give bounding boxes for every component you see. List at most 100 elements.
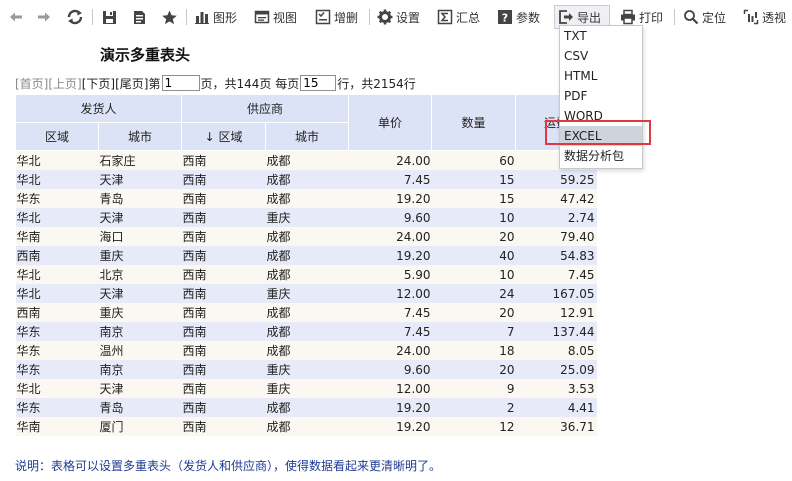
- table-row[interactable]: 华东 青岛 西南 成都 19.20 15 47.42: [15, 189, 597, 208]
- table-row[interactable]: 华北 天津 西南 重庆 12.00 24 167.05: [15, 284, 597, 303]
- forward-button[interactable]: [36, 5, 52, 29]
- table-row[interactable]: 华北 天津 西南 成都 7.45 15 59.25: [15, 170, 597, 189]
- header-supplier-city[interactable]: 城市: [265, 122, 350, 151]
- header-supplier-region-label: 区域: [218, 130, 243, 144]
- cell-supplier-region: 西南: [181, 398, 266, 417]
- cell-price: 24.00: [348, 227, 432, 246]
- save-icon: [103, 10, 116, 24]
- bar-chart-icon: [195, 12, 209, 24]
- table-body: 华北 石家庄 西南 成都 24.00 60 华北 天津 西南 成都 7.45 15 59.25 华东 青岛西…: [15, 150, 597, 436]
- cell-freight: 7.45: [515, 265, 597, 284]
- cell-supplier-city: 成都: [265, 398, 349, 417]
- table-row[interactable]: 西南 重庆 西南 成都 19.20 40 54.83: [15, 246, 597, 265]
- table-row[interactable]: 华北 石家庄 西南 成都 24.00 60: [15, 150, 597, 170]
- cell-supplier-region: 西南: [181, 189, 266, 208]
- export-button-label: 导出: [577, 10, 602, 25]
- edit-table-icon: [315, 9, 331, 25]
- table-row[interactable]: 华南 厦门 西南 成都 19.20 12 36.71: [15, 417, 597, 436]
- favorite-button[interactable]: [161, 5, 178, 29]
- cell-quantity: 18: [431, 341, 516, 360]
- cell-sender-city: 天津: [98, 170, 182, 189]
- cell-sender-city: 南京: [98, 322, 182, 341]
- table-row[interactable]: 西南 重庆 西南 成都 7.45 20 12.91: [15, 303, 597, 322]
- cell-supplier-city: 成都: [265, 227, 349, 246]
- params-button[interactable]: ? 参数: [497, 5, 540, 29]
- toolbar: 图形 视图 增删 设置 汇总 ? 参数 导出 打印 定位 透视: [0, 0, 792, 36]
- cell-freight: 54.83: [515, 246, 597, 265]
- table-row[interactable]: 华北 天津 西南 重庆 12.00 9 3.53: [15, 379, 597, 398]
- cell-sender-city: 海口: [98, 227, 182, 246]
- cell-freight: 167.05: [515, 284, 597, 303]
- header-quantity[interactable]: 数量: [431, 94, 517, 151]
- cell-quantity: 20: [431, 227, 516, 246]
- cell-price: 9.60: [348, 208, 432, 227]
- refresh-button[interactable]: [66, 5, 84, 29]
- arrow-left-icon: [10, 12, 22, 22]
- summary-button[interactable]: 汇总: [437, 5, 480, 29]
- magnifier-icon: [684, 10, 699, 25]
- settings-button[interactable]: 设置: [377, 5, 420, 29]
- table-row[interactable]: 华东 温州 西南 成都 24.00 18 8.05: [15, 341, 597, 360]
- toolbar-separator: [92, 9, 93, 25]
- table-row[interactable]: 华北 北京 西南 成都 5.90 10 7.45: [15, 265, 597, 284]
- cell-sender-city: 天津: [98, 284, 182, 303]
- cell-supplier-city: 成都: [265, 170, 349, 189]
- cell-quantity: 9: [431, 379, 516, 398]
- cell-sender-city: 重庆: [98, 303, 182, 322]
- report-table: 发货人 供应商 单价 数量 运费 区域 城市 ↓ 区域 城市 华北 石家庄 西南 成都…: [14, 94, 598, 436]
- table-row[interactable]: 华南 海口 西南 成都 24.00 20 79.40: [15, 227, 597, 246]
- header-sender-region[interactable]: 区域: [15, 122, 99, 151]
- sigma-icon: [437, 9, 453, 25]
- header-supplier-region[interactable]: ↓ 区域: [181, 122, 267, 151]
- export-menu-item[interactable]: 数据分析包: [560, 146, 642, 166]
- first-page-link[interactable]: [首页]: [15, 75, 48, 92]
- cell-price: 7.45: [348, 322, 432, 341]
- current-page-input[interactable]: [161, 75, 200, 91]
- cell-sender-city: 重庆: [98, 246, 182, 265]
- cell-sender-region: 华北: [15, 150, 99, 170]
- question-icon: ?: [498, 10, 512, 25]
- cell-supplier-city: 成都: [265, 303, 349, 322]
- cell-sender-region: 西南: [15, 246, 99, 265]
- cell-freight: 47.42: [515, 189, 597, 208]
- export-menu-item[interactable]: PDF: [560, 86, 642, 106]
- cell-quantity: 10: [431, 208, 516, 227]
- cell-sender-region: 华南: [15, 417, 99, 436]
- document-button[interactable]: [131, 5, 148, 29]
- table-row[interactable]: 华东 青岛 西南 成都 19.20 2 4.41: [15, 398, 597, 417]
- add-delete-button[interactable]: 增删: [315, 5, 358, 29]
- cell-quantity: 60: [431, 150, 516, 170]
- export-menu-item[interactable]: HTML: [560, 66, 642, 86]
- view-button[interactable]: 视图: [254, 5, 297, 29]
- cell-supplier-region: 西南: [181, 379, 266, 398]
- cell-supplier-city: 重庆: [265, 284, 349, 303]
- cell-sender-city: 石家庄: [98, 150, 182, 170]
- pivot-button[interactable]: 透视: [743, 5, 786, 29]
- pivot-icon: [743, 9, 759, 25]
- table-row[interactable]: 华东 南京 西南 重庆 9.60 20 25.09: [15, 360, 597, 379]
- footnote: 说明：表格可以设置多重表头（发货人和供应商），使得数据看起来更清晰明了。: [15, 459, 442, 473]
- cell-freight: 4.41: [515, 398, 597, 417]
- header-sender: 发货人: [14, 94, 183, 123]
- prev-page-link[interactable]: [上页]: [48, 75, 81, 92]
- cell-sender-city: 北京: [98, 265, 182, 284]
- table-row[interactable]: 华东 南京 西南 成都 7.45 7 137.44: [15, 322, 597, 341]
- page-size-input[interactable]: [300, 75, 337, 91]
- back-button[interactable]: [8, 5, 24, 29]
- table-row[interactable]: 华北 天津 西南 重庆 9.60 10 2.74: [15, 208, 597, 227]
- last-page-link[interactable]: [尾页]: [115, 75, 148, 92]
- cell-supplier-region: 西南: [181, 246, 266, 265]
- save-button[interactable]: [101, 5, 118, 29]
- export-menu-item[interactable]: CSV: [560, 46, 642, 66]
- cell-quantity: 40: [431, 246, 516, 265]
- header-price[interactable]: 单价: [348, 94, 433, 151]
- next-page-link[interactable]: [下页]: [82, 75, 115, 92]
- doc-icon: [134, 10, 145, 24]
- gear-icon: [377, 9, 393, 25]
- cell-quantity: 12: [431, 417, 516, 436]
- locate-button[interactable]: 定位: [683, 5, 726, 29]
- header-sender-city[interactable]: 城市: [97, 122, 183, 151]
- export-menu-item[interactable]: TXT: [560, 26, 642, 46]
- row-count-text: 行，共2154行: [337, 76, 416, 91]
- chart-button[interactable]: 图形: [194, 5, 237, 29]
